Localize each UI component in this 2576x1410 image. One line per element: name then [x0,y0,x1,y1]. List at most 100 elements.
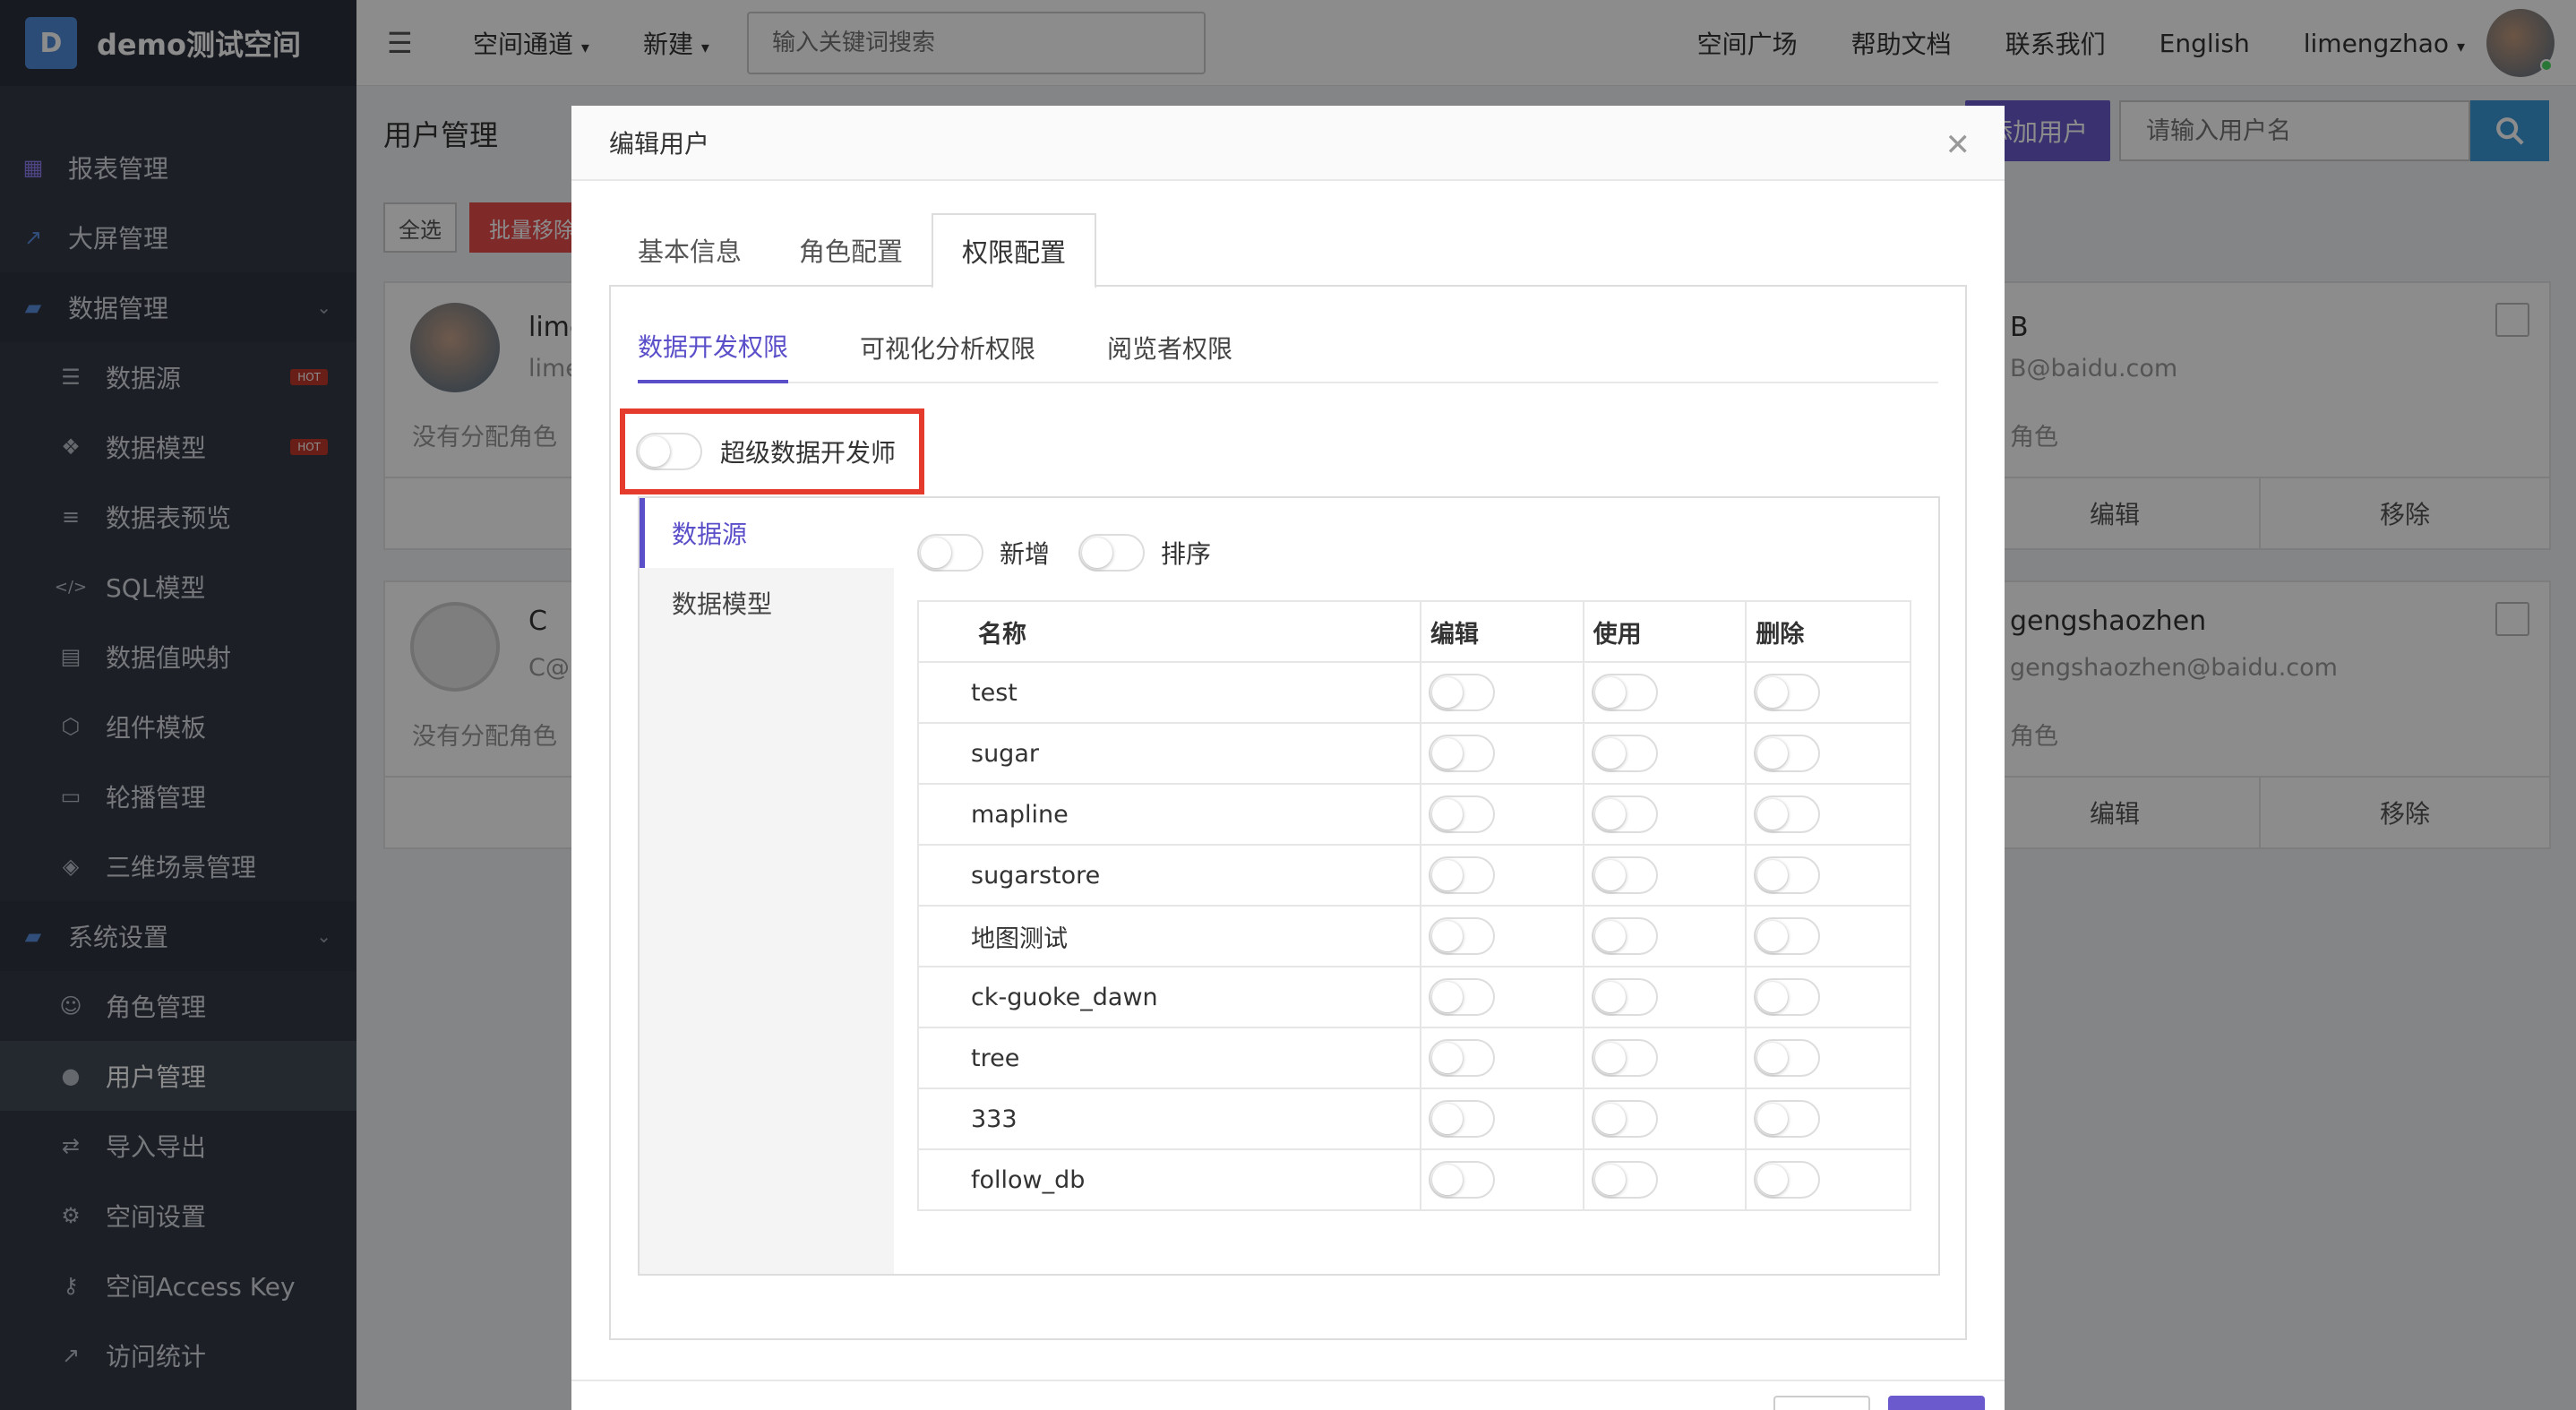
delete-permission-toggle[interactable] [1754,1100,1821,1138]
delete-permission-toggle[interactable] [1754,1039,1821,1077]
cell-delete [1745,661,1911,724]
modal-title: 编辑用户 [609,129,710,159]
close-icon[interactable]: ✕ [1945,127,1971,163]
use-permission-toggle[interactable] [1591,674,1658,711]
edit-permission-toggle[interactable] [1428,674,1495,711]
sort-toggle-label: 排序 [1161,539,1212,569]
cell-delete [1745,966,1911,1028]
sort-toggle[interactable] [1078,534,1146,572]
tab-visual-analysis-permission[interactable]: 可视化分析权限 [860,312,1035,383]
table-row: tree [917,1027,1911,1089]
cell-use [1582,905,1747,967]
table-row: 333 [917,1088,1911,1150]
table-row: 地图测试 [917,905,1911,967]
permission-content: 数据源 数据模型 新增 排序 名称 编辑 使用 删除 test sugar ma… [638,496,1940,1276]
edit-permission-toggle[interactable] [1428,1039,1495,1077]
cell-edit [1419,661,1584,724]
resource-name: follow_db [917,1148,1421,1211]
add-toggle[interactable] [917,534,983,572]
permission-type-tabs: 数据开发权限 可视化分析权限 阅览者权限 [638,312,1938,383]
header-edit: 编辑 [1419,600,1584,663]
cell-edit [1419,1148,1584,1211]
table-header-row: 名称 编辑 使用 删除 [917,600,1911,663]
permission-table-body: test sugar mapline sugarstore 地图测试 ck-guoke_d… [917,661,1911,1211]
edit-permission-toggle[interactable] [1428,1100,1495,1138]
resource-side-tabs: 数据源 数据模型 [640,498,894,1274]
cancel-button[interactable] [1773,1396,1870,1410]
cell-use [1582,661,1747,724]
table-row: follow_db [917,1148,1911,1211]
tab-basic-info[interactable]: 基本信息 [609,213,770,287]
delete-permission-toggle[interactable] [1754,735,1821,772]
tab-viewer-permission[interactable]: 阅览者权限 [1107,312,1232,383]
edit-permission-toggle[interactable] [1428,1161,1495,1199]
super-developer-toggle[interactable] [636,433,702,470]
use-permission-toggle[interactable] [1591,1039,1658,1077]
edit-permission-toggle[interactable] [1428,978,1495,1016]
delete-permission-toggle[interactable] [1754,1161,1821,1199]
header-use: 使用 [1582,600,1747,663]
cell-use [1582,1148,1747,1211]
resource-name: test [917,661,1421,724]
confirm-button[interactable] [1888,1396,1985,1410]
cell-delete [1745,1148,1911,1211]
cell-use [1582,783,1747,846]
table-row: test [917,661,1911,724]
cell-use [1582,722,1747,785]
resource-name: 333 [917,1088,1421,1150]
cell-edit [1419,1088,1584,1150]
global-toggles: 新增 排序 [917,534,1240,572]
modal-tabs: 基本信息 角色配置 权限配置 [609,213,1967,288]
use-permission-toggle[interactable] [1591,978,1658,1016]
delete-permission-toggle[interactable] [1754,795,1821,833]
tab-permission-config[interactable]: 权限配置 [932,213,1097,288]
use-permission-toggle[interactable] [1591,795,1658,833]
resource-name: 地图测试 [917,905,1421,967]
cell-delete [1745,1027,1911,1089]
edit-permission-toggle[interactable] [1428,917,1495,955]
tab-data-dev-permission[interactable]: 数据开发权限 [638,312,789,383]
resource-name: sugar [917,722,1421,785]
header-delete: 删除 [1745,600,1911,663]
delete-permission-toggle[interactable] [1754,856,1821,894]
side-tab-datasource[interactable]: 数据源 [640,498,894,568]
cell-edit [1419,722,1584,785]
modal-header: 编辑用户 [571,106,2005,181]
use-permission-toggle[interactable] [1591,1161,1658,1199]
cell-delete [1745,844,1911,907]
cell-use [1582,966,1747,1028]
cell-use [1582,844,1747,907]
super-developer-highlight: 超级数据开发师 [620,408,924,494]
cell-delete [1745,783,1911,846]
edit-permission-toggle[interactable] [1428,856,1495,894]
resource-name: mapline [917,783,1421,846]
cell-edit [1419,905,1584,967]
edit-permission-toggle[interactable] [1428,735,1495,772]
delete-permission-toggle[interactable] [1754,674,1821,711]
table-row: sugarstore [917,844,1911,907]
cell-edit [1419,966,1584,1028]
cell-delete [1745,905,1911,967]
table-row: ck-guoke_dawn [917,966,1911,1028]
delete-permission-toggle[interactable] [1754,917,1821,955]
header-name: 名称 [917,600,1421,663]
add-toggle-label: 新增 [1000,539,1051,569]
permission-table: 名称 编辑 使用 删除 test sugar mapline sugarstore 地图… [917,600,1911,1211]
resource-name: ck-guoke_dawn [917,966,1421,1028]
tab-role-config[interactable]: 角色配置 [770,213,932,287]
table-row: mapline [917,783,1911,846]
cell-delete [1745,1088,1911,1150]
delete-permission-toggle[interactable] [1754,978,1821,1016]
edit-permission-toggle[interactable] [1428,795,1495,833]
table-row: sugar [917,722,1911,785]
cell-edit [1419,844,1584,907]
side-tab-data-model[interactable]: 数据模型 [640,568,894,638]
use-permission-toggle[interactable] [1591,856,1658,894]
cell-edit [1419,783,1584,846]
permission-panel: 数据开发权限 可视化分析权限 阅览者权限 超级数据开发师 数据源 数据模型 新增… [609,285,1967,1340]
cell-use [1582,1088,1747,1150]
use-permission-toggle[interactable] [1591,735,1658,772]
use-permission-toggle[interactable] [1591,917,1658,955]
super-developer-label: 超级数据开发师 [720,438,897,468]
use-permission-toggle[interactable] [1591,1100,1658,1138]
